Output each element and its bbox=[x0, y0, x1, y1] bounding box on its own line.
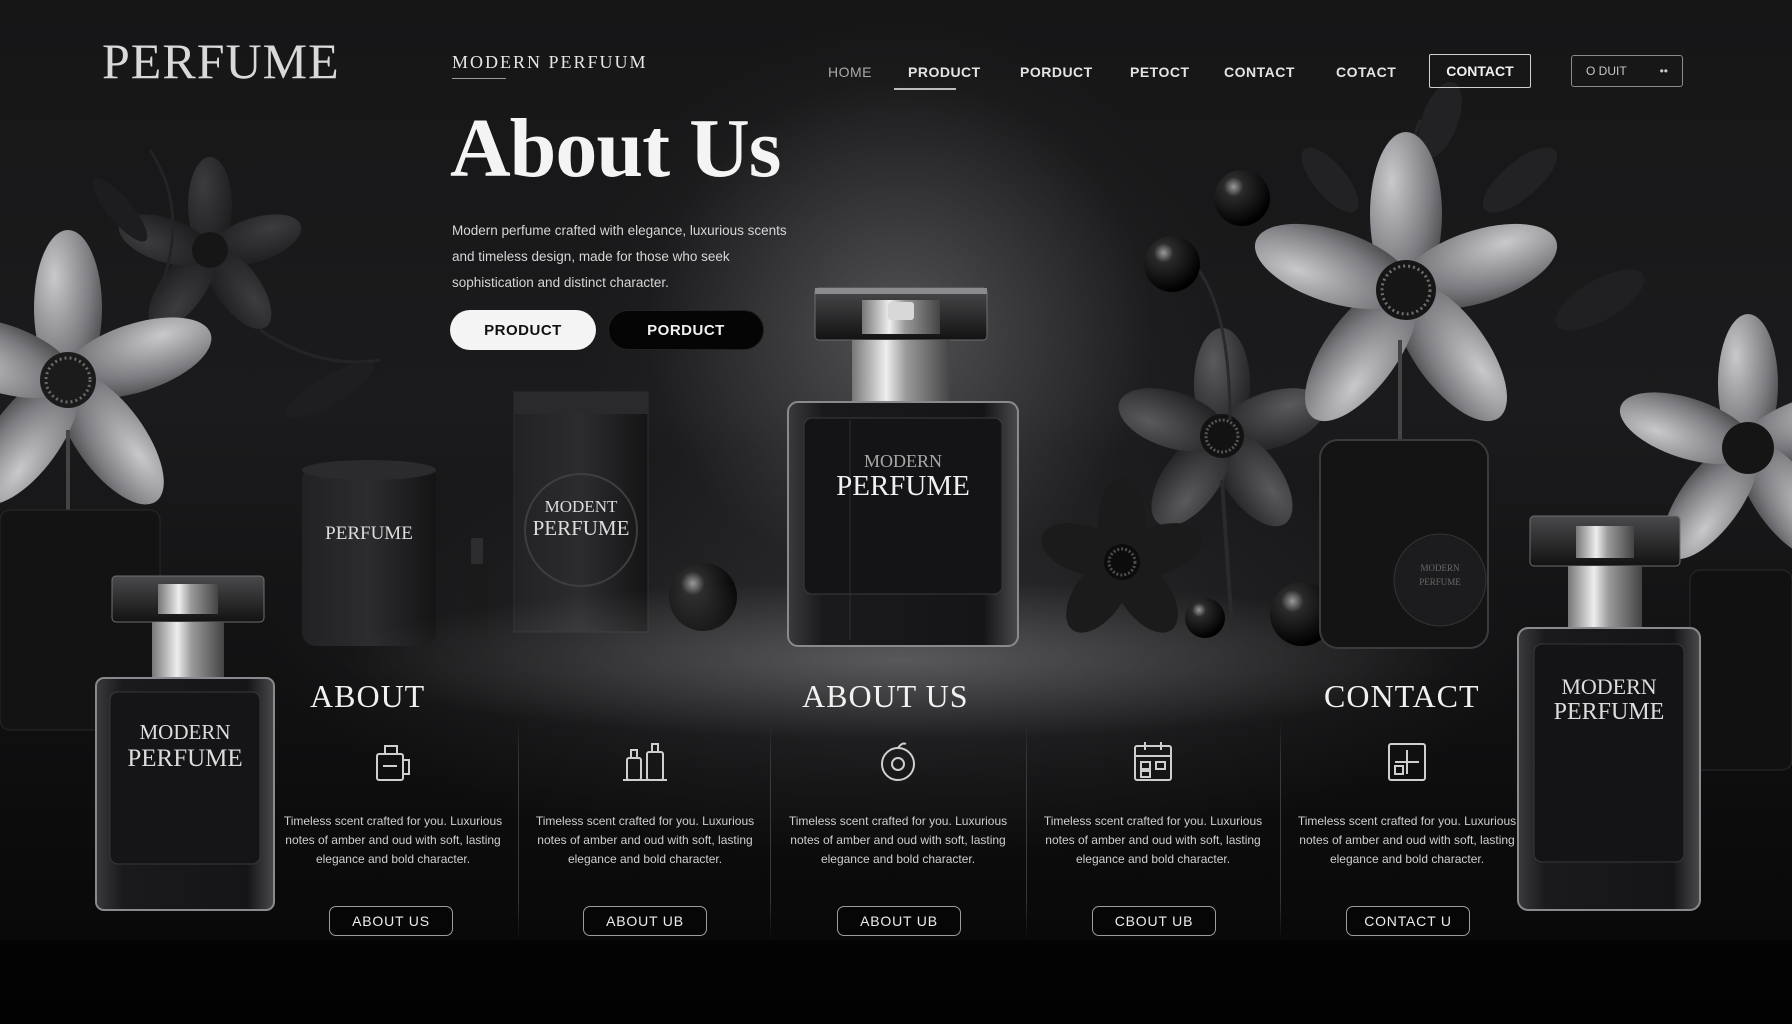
site-logo[interactable]: PERFUME bbox=[102, 32, 340, 90]
nav-pill-label: O DUIT bbox=[1586, 64, 1627, 78]
front-right-label-line1: MODERN bbox=[1561, 674, 1657, 699]
nav-cotact[interactable]: COTACT bbox=[1336, 64, 1396, 80]
grid-plus-icon bbox=[1292, 740, 1522, 790]
front-left-label-line2: PERFUME bbox=[127, 745, 243, 772]
tagline: MODERN PERFUUM bbox=[452, 52, 648, 72]
column-divider bbox=[770, 720, 771, 940]
about-ub-button[interactable]: ABOUT UB bbox=[837, 906, 961, 936]
center-bottle-label-line2: PERFUME bbox=[836, 470, 970, 502]
feature-column: Timeless scent crafted for you. Luxuriou… bbox=[278, 700, 508, 940]
cbout-ub-button[interactable]: CBOUT UB bbox=[1092, 906, 1216, 936]
feature-text: Timeless scent crafted for you. Luxuriou… bbox=[283, 814, 503, 866]
pack-label-line2: PERFUME bbox=[532, 516, 630, 540]
product-button-primary[interactable]: PRODUCT bbox=[450, 310, 596, 350]
feature-column: Timeless scent crafted for you. Luxuriou… bbox=[530, 700, 760, 940]
hero-description: Modern perfume crafted with elegance, lu… bbox=[452, 223, 787, 290]
column-divider bbox=[518, 720, 519, 940]
bottle-sketch-icon bbox=[278, 740, 508, 790]
feature-column: Timeless scent crafted for you. Luxuriou… bbox=[783, 700, 1013, 940]
about-us-button[interactable]: ABOUT US bbox=[329, 906, 453, 936]
feature-text: Timeless scent crafted for you. Luxuriou… bbox=[1297, 814, 1517, 866]
nav-contact[interactable]: CONTACT bbox=[1224, 64, 1295, 80]
feature-text: Timeless scent crafted for you. Luxuriou… bbox=[788, 814, 1008, 866]
calendar-grid-icon bbox=[1038, 740, 1268, 790]
nav-petoct[interactable]: PETOCT bbox=[1130, 64, 1190, 80]
nav-login-pill[interactable]: O DUIT •• bbox=[1571, 55, 1683, 87]
column-divider bbox=[1280, 720, 1281, 940]
nav-contact-button[interactable]: CONTACT bbox=[1429, 54, 1531, 88]
feature-column: Timeless scent crafted for you. Luxuriou… bbox=[1038, 700, 1268, 940]
perfume-set-icon bbox=[530, 740, 760, 790]
about-ub-button[interactable]: ABOUT UB bbox=[583, 906, 707, 936]
tagline-underline bbox=[452, 78, 506, 79]
front-right-label-line2: PERFUME bbox=[1553, 699, 1665, 725]
nav-active-indicator bbox=[894, 88, 956, 90]
apple-icon bbox=[783, 740, 1013, 790]
feature-text: Timeless scent crafted for you. Luxuriou… bbox=[1043, 814, 1263, 866]
front-left-label-line1: MODERN bbox=[139, 720, 231, 744]
nav-porduct[interactable]: PORDUCT bbox=[1020, 64, 1093, 80]
vase-label-line1: MODERN bbox=[1420, 563, 1460, 573]
product-button-secondary[interactable]: PORDUCT bbox=[608, 310, 764, 350]
vase-label-line2: PERFUME bbox=[1419, 577, 1461, 587]
nav-product[interactable]: PRODUCT bbox=[908, 64, 981, 80]
center-bottle-label-line1: MODERN bbox=[863, 451, 942, 471]
page-background: PERFUME MODERN PERFUUM HOME PRODUCT PORD… bbox=[0, 0, 1792, 1024]
contact-button[interactable]: CONTACT U bbox=[1346, 906, 1470, 936]
box-label: PERFUME bbox=[325, 523, 413, 544]
feature-column: Timeless scent crafted for you. Luxuriou… bbox=[1292, 700, 1522, 940]
column-divider bbox=[1026, 720, 1027, 940]
pack-label-line1: MODENT bbox=[544, 497, 618, 516]
page-title: About Us bbox=[450, 102, 781, 195]
nav-pill-icon: •• bbox=[1659, 64, 1668, 78]
feature-text: Timeless scent crafted for you. Luxuriou… bbox=[535, 814, 755, 866]
nav-home[interactable]: HOME bbox=[828, 64, 872, 80]
